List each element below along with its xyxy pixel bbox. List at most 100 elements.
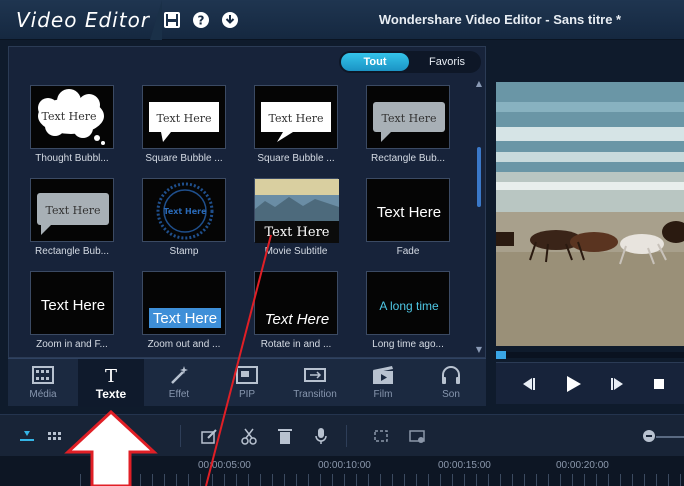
- player-controls: [496, 362, 684, 404]
- tab-label: Film: [373, 389, 393, 400]
- video-preview[interactable]: [496, 82, 684, 346]
- timeline-view-icon[interactable]: [18, 427, 36, 445]
- tab-media[interactable]: Média: [10, 359, 76, 407]
- seek-bar[interactable]: [496, 351, 684, 359]
- template-label: Stamp: [169, 246, 199, 257]
- svg-text:T: T: [105, 366, 117, 385]
- template-thumbnail: Text Here: [142, 271, 226, 335]
- filter-favorites-button[interactable]: Favoris: [415, 53, 479, 71]
- template-square-bubble-1[interactable]: Text Here Square Bubble ...: [142, 85, 254, 169]
- crop-icon[interactable]: [372, 427, 390, 445]
- headphones-icon: [442, 366, 460, 384]
- filter-all-button[interactable]: Tout: [341, 53, 409, 71]
- brand-separator: [150, 0, 162, 40]
- template-square-bubble-2[interactable]: Text Here Square Bubble ...: [254, 85, 366, 169]
- storyboard-view-icon[interactable]: [46, 427, 64, 445]
- zoom-slider[interactable]: [656, 436, 684, 438]
- scrollbar-thumb[interactable]: [477, 147, 481, 207]
- magic-wand-icon: [171, 366, 188, 384]
- ruler-ticks: [80, 474, 684, 486]
- template-label: Movie Subtitle: [264, 246, 328, 257]
- settings-icon[interactable]: [408, 427, 426, 445]
- tab-film[interactable]: Film: [350, 359, 416, 407]
- tab-label: Transition: [293, 389, 337, 400]
- template-label: Fade: [396, 246, 420, 257]
- scissors-icon[interactable]: [240, 427, 258, 445]
- tab-effect[interactable]: Effet: [146, 359, 212, 407]
- timeline-tick: 00:00:20:00: [556, 460, 609, 471]
- template-long-time-ago[interactable]: A long time Long time ago...: [366, 271, 478, 355]
- save-icon[interactable]: [163, 11, 181, 29]
- template-label: Thought Bubbl...: [35, 153, 109, 164]
- tab-label: Son: [442, 389, 460, 400]
- next-frame-icon[interactable]: [608, 373, 630, 395]
- template-sample-text: Text Here: [377, 204, 441, 221]
- template-rectangle-bubble-2[interactable]: Text Here Rectangle Bub...: [30, 178, 142, 262]
- template-sample-text: Text Here: [42, 110, 97, 123]
- template-thumbnail: Text Here: [142, 85, 226, 149]
- library-scrollbar[interactable]: ▲ ▼: [475, 79, 483, 354]
- template-thumbnail: Text Here: [254, 271, 338, 335]
- toolbar-separator: [180, 425, 181, 447]
- template-sample-text: Text Here: [265, 225, 330, 240]
- tab-label: PIP: [238, 389, 256, 400]
- template-rectangle-bubble-1[interactable]: Text Here Rectangle Bub...: [366, 85, 478, 169]
- template-sample-text: Text Here: [157, 112, 212, 125]
- template-thought-bubble[interactable]: Text Here Thought Bubbl...: [30, 85, 142, 169]
- annotation-arrow: [64, 410, 158, 486]
- template-sample-text: Text Here: [41, 297, 105, 314]
- toolbar-separator: [346, 425, 347, 447]
- template-stamp[interactable]: Text Here Stamp: [142, 178, 254, 262]
- category-tabs: Média T Texte Effet PIP Transition Film …: [8, 358, 486, 407]
- template-label: Square Bubble ...: [145, 153, 223, 164]
- template-sample-text: Text Here: [269, 112, 324, 125]
- svg-text:?: ?: [198, 14, 205, 28]
- library-filter: Tout Favoris: [339, 51, 481, 73]
- stop-icon[interactable]: [648, 373, 670, 395]
- template-fade[interactable]: Text Here Fade: [366, 178, 478, 262]
- microphone-icon[interactable]: [312, 427, 330, 445]
- window-title: Wondershare Video Editor - Sans titre *: [378, 12, 622, 27]
- template-label: Zoom out and ...: [147, 339, 221, 350]
- template-sample-text: Text Here: [46, 204, 101, 217]
- preview-frame: [496, 82, 684, 346]
- film-strip-icon: [32, 366, 54, 384]
- template-rotate-in[interactable]: Text Here Rotate in and ...: [254, 271, 366, 355]
- template-thumbnail: Text Here: [142, 178, 226, 242]
- scroll-up-icon[interactable]: ▲: [475, 79, 483, 88]
- tab-pip[interactable]: PIP: [214, 359, 280, 407]
- text-library-panel: Tout Favoris Text Here Thought Bubbl... …: [8, 46, 486, 358]
- timeline-tick: 00:00:10:00: [318, 460, 371, 471]
- template-thumbnail: Text Here: [254, 178, 339, 243]
- scroll-down-icon[interactable]: ▼: [475, 345, 483, 354]
- template-thumbnail: Text Here: [366, 85, 450, 149]
- template-thumbnail: Text Here: [366, 178, 450, 242]
- seek-handle[interactable]: [496, 351, 506, 359]
- template-label: Rectangle Bub...: [371, 153, 445, 164]
- template-zoom-out-fade[interactable]: Text Here Zoom out and ...: [142, 271, 254, 355]
- tab-transition[interactable]: Transition: [282, 359, 348, 407]
- tab-label: Média: [29, 389, 57, 400]
- help-icon[interactable]: ?: [192, 11, 210, 29]
- movie-icon: [373, 366, 393, 384]
- template-label: Rectangle Bub...: [35, 246, 109, 257]
- timeline-tick: 00:00:05:00: [198, 460, 251, 471]
- tab-sound[interactable]: Son: [418, 359, 484, 407]
- template-label: Long time ago...: [372, 339, 444, 350]
- template-label: Square Bubble ...: [257, 153, 335, 164]
- template-label: Zoom in and F...: [36, 339, 108, 350]
- template-sample-text: Text Here: [163, 207, 207, 216]
- template-movie-subtitle[interactable]: Text Here Movie Subtitle: [254, 178, 366, 262]
- edit-icon[interactable]: [200, 427, 218, 445]
- transition-icon: [304, 368, 326, 382]
- delete-icon[interactable]: [276, 427, 294, 445]
- template-sample-text: A long time: [379, 299, 439, 313]
- tab-text[interactable]: T Texte: [78, 359, 144, 407]
- template-label: Rotate in and ...: [260, 339, 332, 350]
- template-thumbnail: Text Here: [30, 271, 114, 335]
- play-icon[interactable]: [562, 373, 584, 395]
- download-icon[interactable]: [221, 11, 239, 29]
- template-zoom-in-fade[interactable]: Text Here Zoom in and F...: [30, 271, 142, 355]
- pip-icon: [236, 366, 258, 384]
- previous-frame-icon[interactable]: [516, 373, 538, 395]
